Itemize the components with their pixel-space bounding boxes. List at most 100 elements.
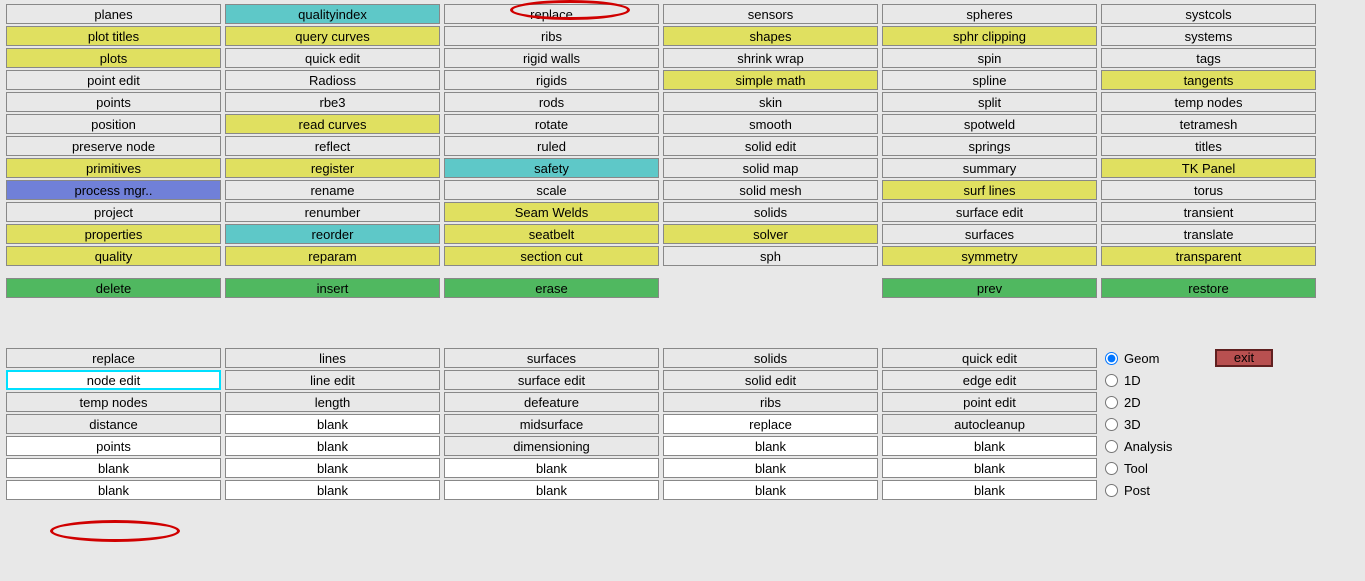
panel-button-transient[interactable]: transient [1101, 202, 1316, 222]
menu-button-distance[interactable]: distance [6, 414, 221, 434]
menu-button-blank[interactable]: blank [663, 480, 878, 500]
panel-button-translate[interactable]: translate [1101, 224, 1316, 244]
panel-button-query-curves[interactable]: query curves [225, 26, 440, 46]
panel-button-torus[interactable]: torus [1101, 180, 1316, 200]
panel-button-quality[interactable]: quality [6, 246, 221, 266]
panel-button-rotate[interactable]: rotate [444, 114, 659, 134]
panel-button-solver[interactable]: solver [663, 224, 878, 244]
menu-button-dimensioning[interactable]: dimensioning [444, 436, 659, 456]
radio-input[interactable] [1105, 352, 1118, 365]
panel-button-plot-titles[interactable]: plot titles [6, 26, 221, 46]
panel-button-transparent[interactable]: transparent [1101, 246, 1316, 266]
menu-button-solids[interactable]: solids [663, 348, 878, 368]
panel-button-scale[interactable]: scale [444, 180, 659, 200]
panel-button-tetramesh[interactable]: tetramesh [1101, 114, 1316, 134]
menu-button-quick-edit[interactable]: quick edit [882, 348, 1097, 368]
category-radio-post[interactable]: Post [1105, 480, 1172, 500]
panel-button-radioss[interactable]: Radioss [225, 70, 440, 90]
menu-button-blank[interactable]: blank [444, 458, 659, 478]
panel-button-simple-math[interactable]: simple math [663, 70, 878, 90]
panel-button-solid-mesh[interactable]: solid mesh [663, 180, 878, 200]
panel-button-ribs[interactable]: ribs [444, 26, 659, 46]
menu-button-line-edit[interactable]: line edit [225, 370, 440, 390]
panel-button-reparam[interactable]: reparam [225, 246, 440, 266]
menu-button-midsurface[interactable]: midsurface [444, 414, 659, 434]
menu-button-blank[interactable]: blank [663, 436, 878, 456]
panel-button-springs[interactable]: springs [882, 136, 1097, 156]
panel-button-process-mgr-[interactable]: process mgr.. [6, 180, 221, 200]
menu-button-defeature[interactable]: defeature [444, 392, 659, 412]
category-radio-analysis[interactable]: Analysis [1105, 436, 1172, 456]
panel-button-tags[interactable]: tags [1101, 48, 1316, 68]
menu-button-ribs[interactable]: ribs [663, 392, 878, 412]
panel-button-symmetry[interactable]: symmetry [882, 246, 1097, 266]
panel-button-reorder[interactable]: reorder [225, 224, 440, 244]
panel-button-rigid-walls[interactable]: rigid walls [444, 48, 659, 68]
panel-button-replace[interactable]: replace [444, 4, 659, 24]
panel-button-renumber[interactable]: renumber [225, 202, 440, 222]
panel-button-sphr-clipping[interactable]: sphr clipping [882, 26, 1097, 46]
panel-button-reflect[interactable]: reflect [225, 136, 440, 156]
action-button-erase[interactable]: erase [444, 278, 659, 298]
category-radio-geom[interactable]: Geomexit [1105, 348, 1172, 368]
panel-button-systcols[interactable]: systcols [1101, 4, 1316, 24]
panel-button-rename[interactable]: rename [225, 180, 440, 200]
panel-button-seatbelt[interactable]: seatbelt [444, 224, 659, 244]
panel-button-systems[interactable]: systems [1101, 26, 1316, 46]
menu-button-temp-nodes[interactable]: temp nodes [6, 392, 221, 412]
panel-button-sensors[interactable]: sensors [663, 4, 878, 24]
action-button-prev[interactable]: prev [882, 278, 1097, 298]
menu-button-blank[interactable]: blank [225, 436, 440, 456]
radio-input[interactable] [1105, 440, 1118, 453]
panel-button-surf-lines[interactable]: surf lines [882, 180, 1097, 200]
radio-input[interactable] [1105, 418, 1118, 431]
panel-button-planes[interactable]: planes [6, 4, 221, 24]
panel-button-split[interactable]: split [882, 92, 1097, 112]
menu-button-length[interactable]: length [225, 392, 440, 412]
menu-button-surface-edit[interactable]: surface edit [444, 370, 659, 390]
menu-button-solid-edit[interactable]: solid edit [663, 370, 878, 390]
panel-button-spin[interactable]: spin [882, 48, 1097, 68]
panel-button-point-edit[interactable]: point edit [6, 70, 221, 90]
radio-input[interactable] [1105, 374, 1118, 387]
panel-button-surface-edit[interactable]: surface edit [882, 202, 1097, 222]
panel-button-smooth[interactable]: smooth [663, 114, 878, 134]
panel-button-rigids[interactable]: rigids [444, 70, 659, 90]
panel-button-quick-edit[interactable]: quick edit [225, 48, 440, 68]
panel-button-surfaces[interactable]: surfaces [882, 224, 1097, 244]
menu-button-surfaces[interactable]: surfaces [444, 348, 659, 368]
category-radio-3d[interactable]: 3D [1105, 414, 1172, 434]
panel-button-ruled[interactable]: ruled [444, 136, 659, 156]
panel-button-shapes[interactable]: shapes [663, 26, 878, 46]
menu-button-blank[interactable]: blank [882, 480, 1097, 500]
panel-button-rbe3[interactable]: rbe3 [225, 92, 440, 112]
menu-button-blank[interactable]: blank [225, 414, 440, 434]
panel-button-skin[interactable]: skin [663, 92, 878, 112]
panel-button-titles[interactable]: titles [1101, 136, 1316, 156]
action-button-delete[interactable]: delete [6, 278, 221, 298]
menu-button-blank[interactable]: blank [882, 458, 1097, 478]
panel-button-solid-map[interactable]: solid map [663, 158, 878, 178]
category-radio-tool[interactable]: Tool [1105, 458, 1172, 478]
panel-button-points[interactable]: points [6, 92, 221, 112]
panel-button-tangents[interactable]: tangents [1101, 70, 1316, 90]
menu-button-node-edit[interactable]: node edit [6, 370, 221, 390]
radio-input[interactable] [1105, 396, 1118, 409]
panel-button-rods[interactable]: rods [444, 92, 659, 112]
menu-button-points[interactable]: points [6, 436, 221, 456]
panel-button-solids[interactable]: solids [663, 202, 878, 222]
menu-button-blank[interactable]: blank [663, 458, 878, 478]
radio-input[interactable] [1105, 484, 1118, 497]
panel-button-register[interactable]: register [225, 158, 440, 178]
panel-button-properties[interactable]: properties [6, 224, 221, 244]
panel-button-seam-welds[interactable]: Seam Welds [444, 202, 659, 222]
action-button-insert[interactable]: insert [225, 278, 440, 298]
panel-button-project[interactable]: project [6, 202, 221, 222]
panel-button-solid-edit[interactable]: solid edit [663, 136, 878, 156]
panel-button-plots[interactable]: plots [6, 48, 221, 68]
menu-button-edge-edit[interactable]: edge edit [882, 370, 1097, 390]
menu-button-blank[interactable]: blank [882, 436, 1097, 456]
panel-button-spotweld[interactable]: spotweld [882, 114, 1097, 134]
menu-button-blank[interactable]: blank [444, 480, 659, 500]
menu-button-replace[interactable]: replace [663, 414, 878, 434]
